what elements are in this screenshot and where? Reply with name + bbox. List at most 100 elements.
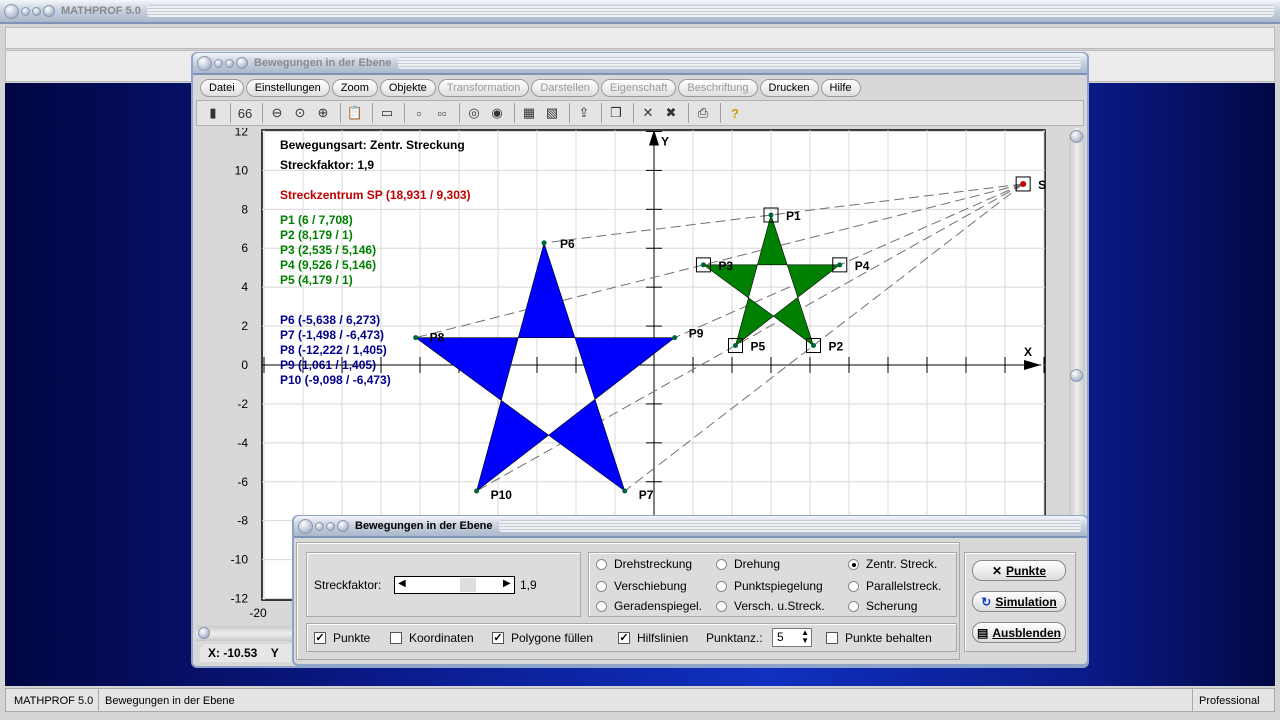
ausblenden-button[interactable]: ▤ Ausblenden [972, 622, 1066, 643]
window-title: Bewegungen in der Ebene [254, 57, 392, 69]
radio-versch-u-streck-[interactable]: Versch. u.Streck. [716, 599, 825, 613]
check-icon[interactable] [390, 632, 402, 644]
menu-zoom[interactable]: Zoom [331, 79, 378, 97]
dialog-titlebar: Bewegungen in der Ebene [294, 516, 1087, 538]
app-icon [43, 5, 55, 17]
punkte-button[interactable]: ✕ Punkte [972, 560, 1066, 581]
checkbox-polygone-fuellen[interactable]: ✓ Polygone füllen [492, 631, 593, 645]
scroll-left-button[interactable] [198, 627, 210, 639]
slider-thumb[interactable] [460, 578, 476, 592]
radio-geradenspiegel-[interactable]: Geradenspiegel. [596, 599, 702, 613]
window-maximize-button[interactable] [225, 58, 234, 68]
y-tick-label: 10 [235, 163, 249, 177]
scroll-up-button[interactable] [1070, 130, 1083, 143]
check-icon[interactable]: ✓ [618, 632, 630, 644]
radio-drehung[interactable]: Drehung [716, 557, 780, 571]
radio-punktspiegelung[interactable]: Punktspiegelung [716, 579, 823, 593]
delete-icon[interactable]: ✕ [638, 103, 658, 123]
minimize-button[interactable] [21, 6, 30, 16]
stretch-center-point [1020, 180, 1027, 187]
simulation-button-label: Simulation [995, 594, 1057, 609]
checkbox-label: Polygone füllen [511, 631, 594, 645]
dialog-close-button[interactable] [298, 518, 313, 534]
maximize-button[interactable] [32, 6, 41, 16]
table-icon[interactable]: ▦ [519, 103, 539, 123]
delete-all-icon[interactable]: ✖ [661, 103, 681, 123]
window-close-button[interactable] [197, 55, 212, 71]
dialog-minimize-button[interactable] [315, 521, 324, 531]
double-point-icon[interactable]: ▫▫ [432, 103, 452, 123]
image-point-coords: P6 (-5,638 / 6,273) [280, 313, 380, 327]
point-p6 [541, 240, 547, 246]
dialog-maximize-button[interactable] [326, 521, 335, 531]
menu-datei[interactable]: Datei [200, 79, 244, 97]
radio-zentr-streck-[interactable]: Zentr. Streck. [848, 557, 937, 571]
radio-icon[interactable] [596, 558, 607, 570]
app-menubar [5, 27, 1275, 49]
slider-left-arrow-icon[interactable]: ◀ [398, 578, 406, 589]
radio-icon[interactable] [596, 580, 607, 592]
coordinate-readout: X: -10.53 Y [200, 644, 294, 662]
stepper-arrows-icon[interactable]: ▲ ▼ [801, 629, 809, 645]
radio-parallelstreck-[interactable]: Parallelstreck. [848, 579, 941, 593]
circle-icon[interactable]: ◎ [464, 103, 484, 123]
factor-slider[interactable]: ◀ ▶ [394, 576, 515, 594]
glasses-icon[interactable]: 66 [235, 103, 255, 123]
clipboard-icon[interactable]: 📋 [345, 103, 365, 123]
help-icon[interactable]: ? [725, 103, 745, 123]
layout-icon[interactable]: ▭ [377, 103, 397, 123]
menu-darstellen[interactable]: Darstellen [531, 79, 599, 97]
scroll-thumb[interactable] [1070, 369, 1083, 382]
window-menubar: Datei Einstellungen Zoom Objekte Transformat… [200, 79, 1080, 99]
slider-right-arrow-icon[interactable]: ▶ [503, 578, 511, 589]
zoom-in-icon[interactable]: ⊕ [313, 103, 333, 123]
y-tick-label: -6 [237, 475, 248, 489]
image-icon[interactable]: ▧ [542, 103, 562, 123]
punktanz-stepper[interactable]: 5 ▲ ▼ [772, 628, 812, 647]
radio-icon[interactable] [716, 558, 727, 570]
print-icon[interactable]: ⎙ [693, 103, 713, 123]
zoom-reset-icon[interactable]: ⊙ [290, 103, 310, 123]
check-icon[interactable] [826, 632, 838, 644]
point-p7 [622, 488, 628, 494]
export-icon[interactable]: ⇪ [574, 103, 594, 123]
check-icon[interactable]: ✓ [492, 632, 504, 644]
radio-label: Parallelstreck. [866, 579, 942, 593]
radio-drehstreckung[interactable]: Drehstreckung [596, 557, 692, 571]
check-icon[interactable]: ✓ [314, 632, 326, 644]
menu-drucken[interactable]: Drucken [759, 79, 819, 97]
checkbox-punkte-behalten[interactable]: Punkte behalten [826, 631, 932, 645]
window-icon[interactable]: ▮ [203, 103, 223, 123]
menu-beschriftung[interactable]: Beschriftung [678, 79, 758, 97]
close-button[interactable] [4, 3, 19, 19]
copy-icon[interactable]: ❐ [606, 103, 626, 123]
radio-icon[interactable] [716, 600, 727, 612]
checkbox-label: Punkte behalten [845, 631, 932, 645]
y-tick-label: -2 [237, 397, 248, 411]
menu-transformation[interactable]: Transformation [437, 79, 530, 97]
radio-icon[interactable] [596, 600, 607, 612]
simulation-button[interactable]: ↻ Simulation [972, 591, 1066, 612]
horizontal-scrollbar[interactable] [196, 626, 294, 641]
circle-at-icon[interactable]: ◉ [487, 103, 507, 123]
menu-objekte[interactable]: Objekte [379, 79, 436, 97]
radio-label: Scherung [866, 599, 918, 613]
menu-hilfe[interactable]: Hilfe [820, 79, 861, 97]
radio-icon[interactable] [716, 580, 727, 592]
point-label: P1 [786, 209, 801, 223]
menu-einstellungen[interactable]: Einstellungen [245, 79, 330, 97]
checkbox-hilfslinien[interactable]: ✓ Hilfslinien [618, 631, 688, 645]
y-axis-label: Y [661, 134, 669, 148]
checkbox-koordinaten[interactable]: Koordinaten [390, 631, 474, 645]
radio-icon[interactable] [848, 580, 859, 592]
window-minimize-button[interactable] [214, 58, 223, 68]
single-point-icon[interactable]: ▫ [409, 103, 429, 123]
zoom-out-icon[interactable]: ⊖ [267, 103, 287, 123]
radio-scherung[interactable]: Scherung [848, 599, 917, 613]
factor-label: Streckfaktor: [314, 578, 382, 592]
radio-icon[interactable] [848, 558, 859, 570]
radio-verschiebung[interactable]: Verschiebung [596, 579, 687, 593]
menu-eigenschaft[interactable]: Eigenschaft [600, 79, 677, 97]
radio-icon[interactable] [848, 600, 859, 612]
checkbox-punkte[interactable]: ✓ Punkte [314, 631, 370, 645]
